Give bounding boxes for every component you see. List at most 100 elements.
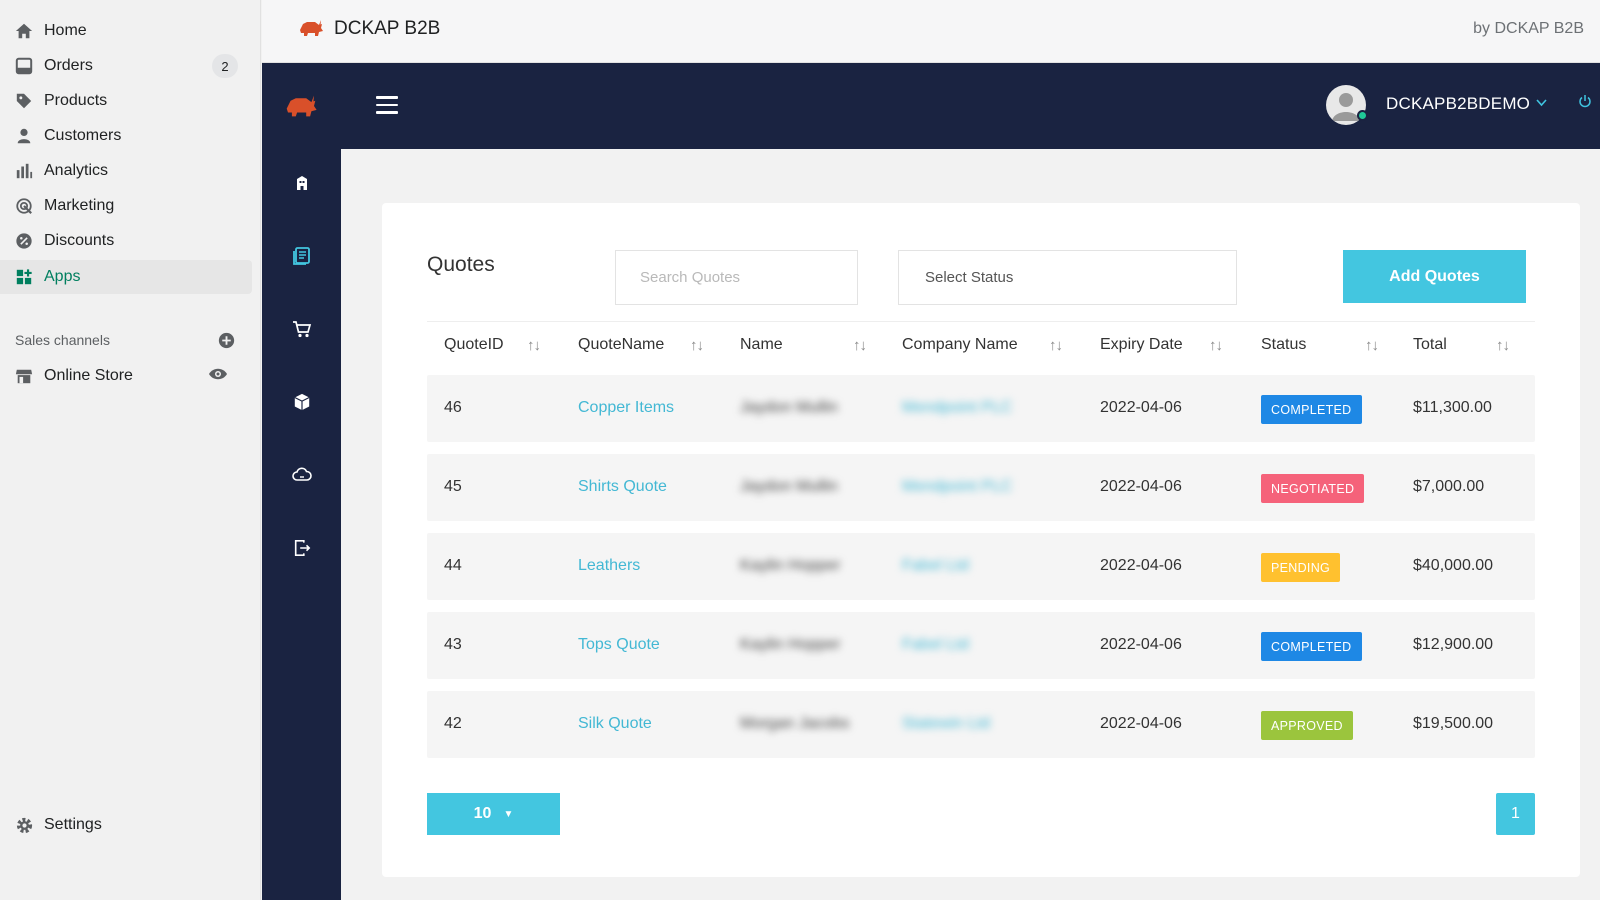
app-attribution: by DCKAP B2B — [1473, 20, 1584, 37]
sidebar-item-products[interactable]: Products — [0, 84, 252, 118]
sidebar-item-label: Online Store — [44, 367, 133, 384]
icon-rail — [262, 149, 341, 900]
status-badge: NEGOTIATED — [1261, 474, 1365, 503]
column-header-quoteid[interactable]: QuoteID — [444, 336, 504, 354]
orders-icon — [14, 56, 34, 76]
sidebar-item-label: Apps — [44, 268, 81, 285]
sidebar-item-label: Orders — [44, 57, 93, 74]
orders-count-badge: 2 — [212, 54, 238, 78]
sidebar-item-discounts[interactable]: Discounts — [0, 224, 252, 258]
sort-icon[interactable]: ↑↓ — [1209, 337, 1223, 354]
sort-icon[interactable]: ↑↓ — [1365, 337, 1379, 354]
cart-icon[interactable] — [290, 317, 314, 341]
quote-id: 44 — [444, 557, 462, 574]
table-row[interactable]: 45 Shirts Quote Jaydon Mullin Mendpoint … — [427, 454, 1535, 521]
admin-sidebar: Home Orders 2 Products Customers Analyti… — [0, 0, 261, 900]
logout-icon[interactable] — [290, 536, 314, 560]
search-input[interactable] — [615, 250, 858, 305]
discount-icon — [14, 231, 34, 251]
company-name-link[interactable]: Fabel Ltd — [902, 557, 969, 575]
customer-name: Jaydon Mullin — [740, 399, 838, 416]
app-title-bar: DCKAP B2B by DCKAP B2B — [262, 0, 1600, 63]
company-name-link[interactable]: Statewin Ltd — [902, 715, 990, 733]
table-row[interactable]: 42 Silk Quote Morgan Jacobs Statewin Ltd… — [427, 691, 1535, 758]
company-name-link[interactable]: Fabel Ltd — [902, 636, 969, 654]
page-title: Quotes — [427, 253, 495, 276]
customer-name: Morgan Jacobs — [740, 715, 850, 732]
app-title: DCKAP B2B — [334, 18, 441, 39]
company-name-link[interactable]: Mendpoint PLC — [902, 478, 1012, 496]
person-icon — [14, 126, 34, 146]
box-icon[interactable] — [290, 390, 314, 414]
quote-name-link[interactable]: Copper Items — [578, 399, 674, 417]
page-size-select[interactable]: 10 ▼ — [427, 793, 560, 835]
sidebar-item-label: Settings — [44, 816, 102, 833]
user-name[interactable]: DCKAPB2BDEMO — [1386, 94, 1530, 114]
add-sales-channel-icon[interactable] — [218, 332, 235, 354]
status-select-placeholder: Select Status — [925, 269, 1014, 286]
rhino-logo-icon — [298, 18, 324, 43]
quote-name-link[interactable]: Leathers — [578, 557, 640, 575]
target-icon — [14, 196, 34, 216]
quote-name-link[interactable]: Silk Quote — [578, 715, 652, 733]
status-badge: COMPLETED — [1261, 395, 1362, 424]
gear-icon — [14, 815, 34, 835]
eye-icon[interactable] — [208, 367, 228, 386]
cloud-icon[interactable] — [290, 463, 314, 487]
sidebar-item-analytics[interactable]: Analytics — [0, 154, 252, 188]
sidebar-item-label: Customers — [44, 127, 122, 144]
column-header-status[interactable]: Status — [1261, 336, 1306, 354]
column-header-total[interactable]: Total — [1413, 336, 1447, 354]
status-badge: APPROVED — [1261, 711, 1353, 740]
sort-icon[interactable]: ↑↓ — [1049, 337, 1063, 354]
status-select[interactable]: Select Status — [898, 250, 1237, 305]
app-top-nav: DCKAPB2BDEMO — [262, 63, 1600, 149]
customer-name: Kaylin Hopper — [740, 557, 841, 574]
quote-total: $12,900.00 — [1413, 636, 1494, 653]
sidebar-item-customers[interactable]: Customers — [0, 119, 252, 153]
table-row[interactable]: 46 Copper Items Jaydon Mullin Mendpoint … — [427, 375, 1535, 442]
sidebar-item-home[interactable]: Home — [0, 14, 252, 48]
customer-name: Jaydon Mullin — [740, 478, 838, 495]
sort-icon[interactable]: ↑↓ — [1496, 337, 1510, 354]
pagination-page-button[interactable]: 1 — [1496, 793, 1535, 835]
column-header-name[interactable]: Name — [740, 336, 783, 354]
sidebar-item-orders[interactable]: Orders 2 — [0, 49, 252, 83]
power-icon[interactable] — [1578, 94, 1592, 113]
expiry-date: 2022-04-06 — [1100, 557, 1182, 574]
hamburger-menu-icon[interactable] — [376, 96, 398, 114]
sidebar-item-label: Discounts — [44, 232, 115, 249]
column-header-quotename[interactable]: QuoteName — [578, 336, 664, 354]
page-size-value: 10 — [473, 805, 492, 822]
column-header-expiry[interactable]: Expiry Date — [1100, 336, 1183, 354]
sidebar-item-label: Products — [44, 92, 108, 109]
online-status-dot — [1357, 110, 1368, 121]
building-icon[interactable] — [290, 171, 314, 195]
sort-icon[interactable]: ↑↓ — [853, 337, 867, 354]
sidebar-item-marketing[interactable]: Marketing — [0, 189, 252, 223]
status-badge: COMPLETED — [1261, 632, 1362, 661]
table-header: QuoteID ↑↓ QuoteName ↑↓ Name ↑↓ Company … — [427, 321, 1535, 373]
quote-name-link[interactable]: Shirts Quote — [578, 478, 667, 496]
chevron-down-icon[interactable] — [1536, 96, 1547, 110]
quote-total: $40,000.00 — [1413, 557, 1494, 574]
rhino-logo-icon[interactable] — [284, 93, 318, 124]
table-row[interactable]: 43 Tops Quote Kaylin Hopper Fabel Ltd 20… — [427, 612, 1535, 679]
sidebar-item-settings[interactable]: Settings — [0, 808, 252, 842]
quotes-list-icon[interactable] — [290, 244, 314, 268]
apps-icon — [14, 267, 34, 287]
column-header-company[interactable]: Company Name — [902, 336, 1018, 354]
company-name-link[interactable]: Mendpoint PLC — [902, 399, 1012, 417]
home-icon — [14, 21, 34, 41]
sidebar-item-apps[interactable]: Apps — [0, 260, 252, 294]
quote-id: 45 — [444, 478, 462, 495]
quote-id: 42 — [444, 715, 462, 732]
quote-name-link[interactable]: Tops Quote — [578, 636, 660, 654]
expiry-date: 2022-04-06 — [1100, 399, 1182, 416]
expiry-date: 2022-04-06 — [1100, 478, 1182, 495]
sort-icon[interactable]: ↑↓ — [690, 337, 704, 354]
sort-icon[interactable]: ↑↓ — [527, 337, 541, 354]
sidebar-item-online-store[interactable]: Online Store — [0, 359, 252, 393]
table-row[interactable]: 44 Leathers Kaylin Hopper Fabel Ltd 2022… — [427, 533, 1535, 600]
add-quotes-button[interactable]: Add Quotes — [1343, 250, 1526, 303]
